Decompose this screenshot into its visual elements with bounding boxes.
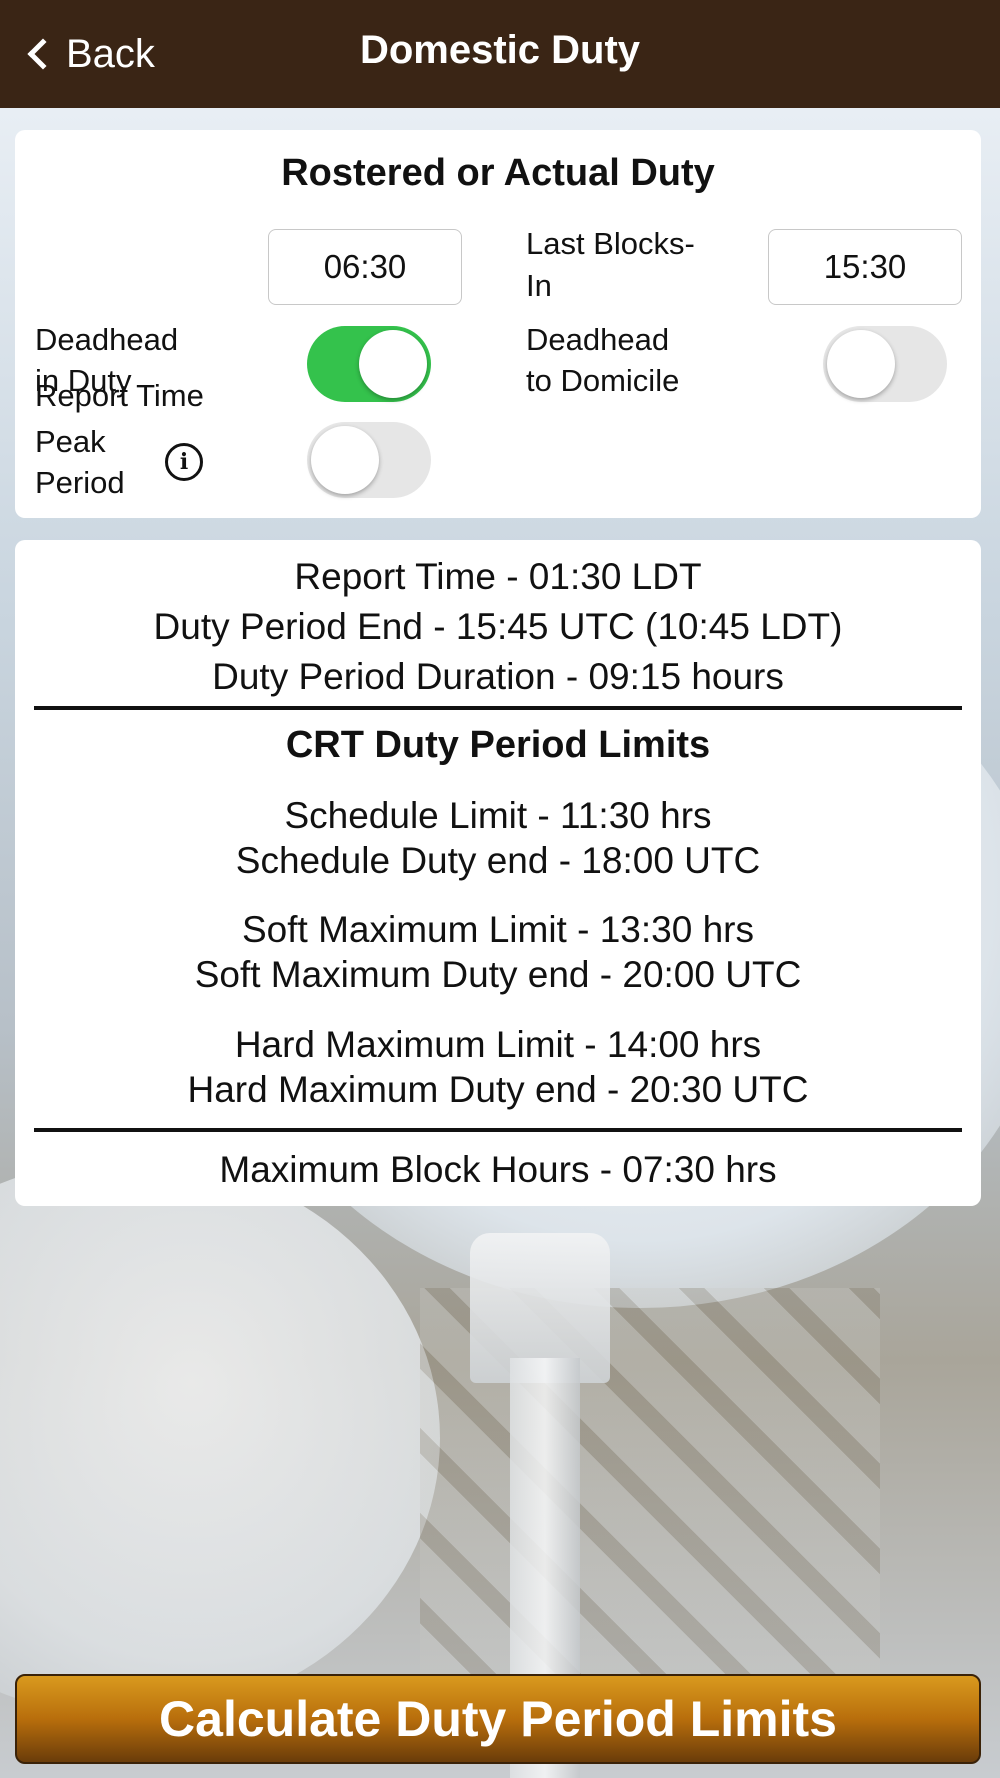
soft-max-limit: Soft Maximum Limit - 13:30 hrs (242, 909, 754, 950)
deadhead-to-domicile-toggle[interactable] (823, 326, 947, 402)
background-aircraft-fuselage (0, 1158, 440, 1718)
result-report-time: Report Time - 01:30 LDT (294, 556, 702, 597)
toggle-knob (827, 330, 895, 398)
deadhead-in-duty-toggle[interactable] (307, 326, 431, 402)
result-duty-period-end: Duty Period End - 15:45 UTC (10:45 LDT) (153, 606, 843, 647)
result-duty-period-duration: Duty Period Duration - 09:15 hours (212, 656, 784, 697)
deadhead-in-duty-label-line1: Deadhead (35, 322, 179, 357)
soft-max-duty-end: Soft Maximum Duty end - 20:00 UTC (194, 954, 802, 995)
divider (34, 706, 962, 710)
hard-max-limit: Hard Maximum Limit - 14:00 hrs (234, 1024, 762, 1065)
navigation-bar: Back Domestic Duty (0, 0, 1000, 108)
schedule-duty-end: Schedule Duty end - 18:00 UTC (235, 840, 761, 881)
peak-period-label-line2: Period (35, 465, 125, 500)
last-blocks-in-input[interactable]: 15:30 (768, 229, 962, 305)
deadhead-in-duty-label-line2: in Duty (35, 363, 132, 398)
deadhead-to-domicile-label-line1: Deadhead (526, 322, 670, 357)
peak-period-label-line1: Peak (35, 424, 106, 459)
calculate-duty-period-limits-button[interactable]: Calculate Duty Period Limits (15, 1674, 981, 1764)
toggle-knob (359, 330, 427, 398)
last-blocks-in-label-line1: Last Blocks- (526, 226, 695, 261)
results-card: Report Time - 01:30 LDT Duty Period End … (15, 540, 981, 1206)
toggle-knob (311, 426, 379, 494)
info-icon[interactable]: i (165, 443, 203, 481)
page-title: Domestic Duty (359, 28, 641, 72)
input-card-title: Rostered or Actual Duty (281, 152, 715, 194)
peak-period-toggle[interactable] (307, 422, 431, 498)
duty-input-card: Rostered or Actual Duty Report Time 06:3… (15, 130, 981, 518)
max-block-hours: Maximum Block Hours - 07:30 hrs (219, 1149, 777, 1190)
report-time-input[interactable]: 06:30 (268, 229, 462, 305)
last-blocks-in-label-line2: In (526, 268, 552, 303)
deadhead-to-domicile-label-line2: to Domicile (526, 363, 680, 398)
hard-max-duty-end: Hard Maximum Duty end - 20:30 UTC (187, 1069, 809, 1110)
limits-section-title: CRT Duty Period Limits (285, 724, 711, 766)
divider (34, 1128, 962, 1132)
schedule-limit: Schedule Limit - 11:30 hrs (284, 795, 712, 836)
